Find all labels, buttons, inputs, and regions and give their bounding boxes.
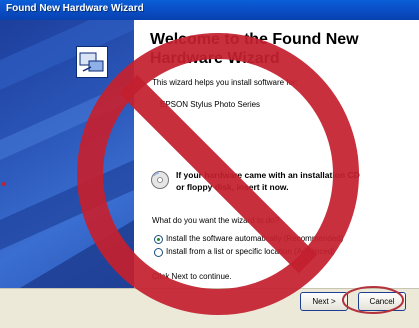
title-bar[interactable]: Found New Hardware Wizard [0, 0, 419, 20]
banner-graphic [0, 20, 134, 288]
hardware-wizard-icon [76, 46, 108, 78]
radio-install-automatically[interactable] [154, 235, 163, 244]
cd-icon [150, 170, 170, 190]
wizard-button-bar [0, 288, 419, 328]
continue-hint: Click Next to continue. [152, 272, 232, 281]
next-button[interactable]: Next > [300, 292, 348, 311]
wizard-side-banner [0, 20, 134, 288]
window-title: Found New Hardware Wizard [6, 3, 144, 14]
question-text: What do you want the wizard to do? [152, 216, 280, 225]
option-install-from-list-label[interactable]: Install from a list or specific location… [166, 247, 335, 256]
intro-text: This wizard helps you install software f… [152, 78, 298, 87]
wizard-content: Welcome to the Found New Hardware Wizard… [134, 20, 419, 288]
wizard-window: Found New Hardware Wizard Welcome to the… [0, 0, 419, 328]
wizard-heading: Welcome to the Found New Hardware Wizard [150, 31, 359, 67]
cd-hint-line1: If your hardware came with an installati… [176, 170, 360, 180]
radio-install-from-list[interactable] [154, 248, 163, 257]
option-install-automatically-label[interactable]: Install the software automatically (Reco… [166, 234, 343, 243]
cancel-button[interactable]: Cancel [358, 292, 406, 311]
bullet-marker [2, 182, 6, 186]
device-name: EPSON Stylus Photo Series [160, 100, 261, 109]
cd-hint-line2: or floppy disk, insert it now. [176, 182, 289, 192]
